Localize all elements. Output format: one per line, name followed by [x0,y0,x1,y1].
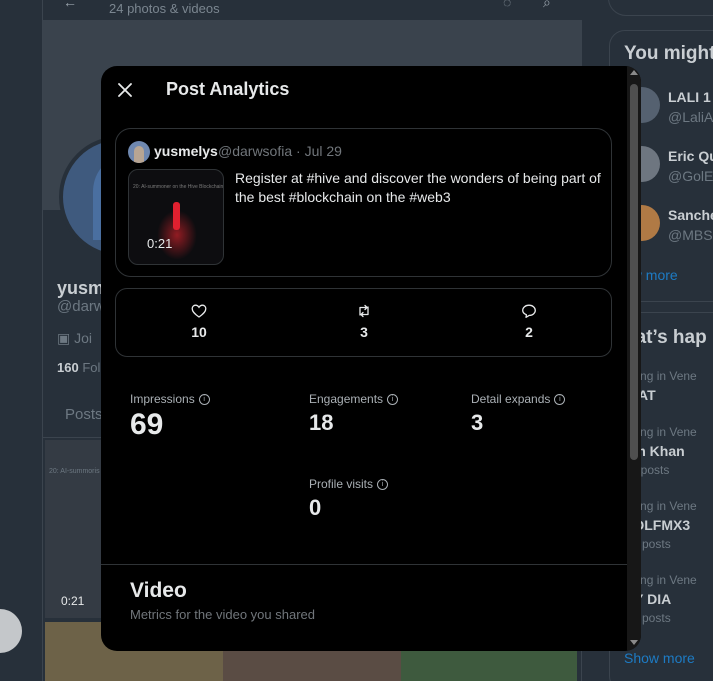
detail-expands-value: 3 [471,410,484,435]
scroll-up-arrow-icon[interactable] [630,70,638,75]
engagements-label: Engagements i [309,392,399,406]
profile-handle: @darw [57,298,105,315]
close-icon [118,83,132,97]
profile-header: ← 24 photos & videos ◌ ⌕ [43,0,583,20]
following-count: 160 [57,360,79,375]
likes-stat: 10 [169,303,229,340]
modal-title: Post Analytics [166,79,290,99]
tab-posts[interactable]: Posts [65,406,103,423]
grok-icon[interactable]: ◌ [503,0,511,10]
engagement-stats-card: 10 3 2 [115,288,612,357]
engagements-metric: Engagements i 18 [309,392,399,436]
scroll-down-arrow-icon[interactable] [630,640,638,645]
impressions-label-text: Impressions [130,392,195,406]
impressions-metric: Impressions i 69 [130,392,210,442]
suggested-user-handle: @GolEr [668,168,713,184]
profile-header-subtitle: 24 photos & videos [109,1,220,16]
post-preview-card[interactable]: yusmelys @darwsofia · Jul 29 20: AI-summ… [115,128,612,277]
video-duration: 0:21 [147,236,173,251]
post-author-meta: @darwsofia · Jul 29 [218,143,342,159]
impressions-value: 69 [130,408,164,441]
likes-count: 10 [191,324,207,340]
profile-visits-metric: Profile visits i 0 [309,477,389,521]
left-nav-column [0,0,42,681]
video-thumbnail-title: 20: AI-summoner on the Hive Blockchain [133,184,223,190]
suggested-user-name: Sanche [668,207,713,223]
modal-header: Post Analytics [101,66,627,114]
profile-joined-text: Joi [74,330,93,346]
post-author-name[interactable]: yusmelys [154,143,218,159]
profile-visits-label: Profile visits i [309,477,389,491]
info-icon[interactable]: i [377,478,389,490]
post-text: Register at #hive and discover the wonde… [235,170,601,205]
info-icon[interactable]: i [387,393,399,405]
post-fab-button[interactable] [0,609,22,653]
media-tile-duration: 0:21 [61,594,85,608]
following-label: Fol [82,360,101,375]
avatar[interactable] [128,141,150,163]
suggested-user-name: LALI 1 K [668,89,713,105]
detail-expands-label: Detail expands i [471,392,566,406]
profile-name: yusm [57,278,105,298]
profile-visits-label-text: Profile visits [309,477,374,491]
section-divider [101,564,627,565]
scrollbar-thumb[interactable] [630,84,638,460]
profile-following[interactable]: 160 Fol [57,360,100,375]
calendar-icon: ▣ [57,330,75,346]
info-icon[interactable]: i [554,393,566,405]
profile-joined: ▣ Joi [57,330,92,347]
info-icon[interactable]: i [198,393,210,405]
back-arrow-icon[interactable]: ← [63,0,77,10]
video-section-title: Video [130,579,187,602]
detail-expands-metric: Detail expands i 3 [471,392,566,436]
repost-icon [359,304,369,318]
suggested-user-name: Eric Qu [668,148,713,164]
profile-visits-value: 0 [309,495,322,520]
search-icon[interactable]: ⌕ [543,0,551,11]
replies-stat: 2 [499,303,559,340]
close-button[interactable] [111,76,139,104]
impressions-label: Impressions i [130,392,210,406]
who-to-follow-heading: You might [624,43,713,64]
engagements-value: 18 [309,410,334,435]
heart-icon [191,304,207,318]
engagements-label-text: Engagements [309,392,384,406]
video-section-subtitle: Metrics for the video you shared [130,607,315,622]
sidebar-search-input[interactable] [608,0,713,16]
reposts-stat: 3 [334,303,394,340]
reposts-count: 3 [360,324,368,340]
post-analytics-modal: Post Analytics yusmelys @darwsofia · Jul… [101,66,641,651]
modal-scrollbar[interactable] [627,66,641,651]
detail-expands-label-text: Detail expands [471,392,551,406]
replies-count: 2 [525,324,533,340]
suggested-user-handle: @LaliAc [668,109,713,125]
reply-icon [522,304,536,318]
suggested-user-handle: @MBS1 [668,227,713,243]
media-tile-title: 20: AI-summoris [49,468,100,475]
post-video-thumbnail[interactable]: 20: AI-summoner on the Hive Blockchain 0… [128,169,224,265]
video-thumbnail-graphic [173,202,180,230]
trends-show-more[interactable]: Show more [624,650,695,666]
